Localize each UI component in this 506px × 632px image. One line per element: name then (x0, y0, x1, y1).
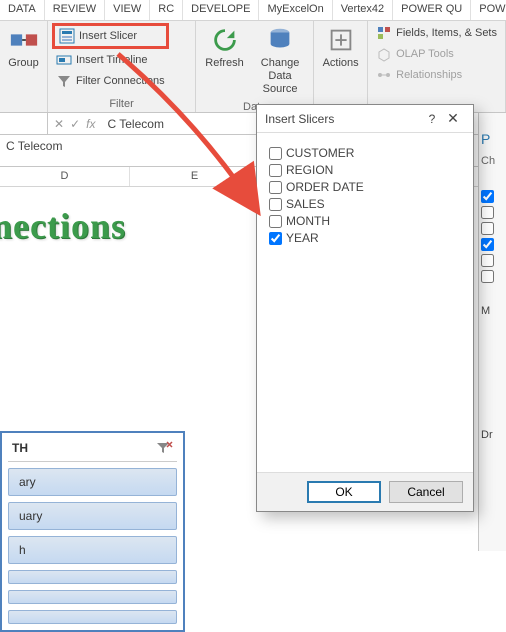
slicer-item[interactable] (8, 570, 177, 584)
field-check[interactable] (481, 254, 494, 267)
cancel-button[interactable]: Cancel (389, 481, 463, 503)
insert-slicer-button[interactable]: Insert Slicer (52, 23, 169, 49)
tab-data[interactable]: DATA (0, 0, 45, 20)
slicer-item[interactable] (8, 590, 177, 604)
field-check[interactable] (481, 270, 494, 283)
insert-timeline-button[interactable]: Insert Timeline (52, 50, 169, 70)
month-slicer[interactable]: TH ary uary h (0, 431, 185, 632)
slicer-caption: TH (12, 441, 28, 455)
field-customer[interactable]: CUSTOMER (269, 146, 461, 160)
slicer-item[interactable]: uary (8, 502, 177, 530)
field-order-date[interactable]: ORDER DATE (269, 180, 461, 194)
tab-view[interactable]: VIEW (105, 0, 150, 20)
tab-vertex42[interactable]: Vertex42 (333, 0, 393, 20)
field-check[interactable] (481, 190, 494, 203)
close-icon[interactable]: ✕ (441, 110, 465, 127)
ribbon-toolbar: Group Insert Slicer Insert Timeline Filt… (0, 21, 506, 113)
filter-icon (56, 73, 72, 89)
fx-icon[interactable]: fx (86, 117, 95, 131)
slicer-item[interactable]: h (8, 536, 177, 564)
dialog-title: Insert Slicers (265, 112, 423, 126)
group-icon (9, 25, 39, 55)
field-region[interactable]: REGION (269, 163, 461, 177)
filter-group-label: Filter (52, 96, 191, 112)
tab-developer[interactable]: DEVELOPE (183, 0, 259, 20)
cancel-fx-icon[interactable]: ✕ (54, 117, 64, 131)
actions-icon (326, 25, 356, 55)
change-data-source-button[interactable]: Change Data Source (251, 23, 309, 99)
col-e[interactable]: E (130, 167, 260, 186)
olap-icon (376, 46, 392, 62)
fields-icon (376, 25, 392, 41)
olap-tools-button: OLAP Tools (372, 44, 501, 64)
tab-review[interactable]: REVIEW (45, 0, 105, 20)
insert-slicers-dialog: Insert Slicers ? ✕ CUSTOMER REGION ORDER… (256, 104, 474, 512)
pivot-fields-pane[interactable]: P Ch M Dr (478, 113, 506, 551)
actions-button[interactable]: Actions (318, 23, 363, 72)
refresh-icon (210, 25, 240, 55)
field-check[interactable] (481, 238, 494, 251)
slicer-item[interactable]: ary (8, 468, 177, 496)
tab-myexcelon[interactable]: MyExcelOn (259, 0, 332, 20)
relationships-button: Relationships (372, 65, 501, 85)
field-check[interactable] (481, 222, 494, 235)
name-box[interactable] (0, 113, 48, 134)
drag-label: Dr (481, 429, 504, 441)
data-source-icon (265, 25, 295, 55)
fields-items-sets-button[interactable]: Fields, Items, & Sets (372, 23, 501, 43)
slicer-item[interactable] (8, 610, 177, 624)
tab-powerpivot[interactable]: POWERPIV (471, 0, 506, 20)
pane-title: P (481, 131, 504, 147)
timeline-icon (56, 52, 72, 68)
more-label: M (481, 305, 504, 317)
relationships-icon (376, 67, 392, 83)
col-d[interactable]: D (0, 167, 130, 186)
ok-button[interactable]: OK (307, 481, 381, 503)
tab-powerquery[interactable]: POWER QU (393, 0, 471, 20)
refresh-button[interactable]: Refresh (200, 23, 249, 72)
group-button[interactable]: Group (4, 23, 43, 72)
field-year[interactable]: YEAR (269, 231, 461, 245)
ribbon-tabs: DATA REVIEW VIEW RC DEVELOPE MyExcelOn V… (0, 0, 506, 21)
slicer-icon (59, 28, 75, 44)
help-icon[interactable]: ? (423, 112, 441, 126)
pane-subtitle: Ch (481, 155, 504, 167)
accept-fx-icon[interactable]: ✓ (70, 117, 80, 131)
tab-rc[interactable]: RC (150, 0, 183, 20)
field-month[interactable]: MONTH (269, 214, 461, 228)
field-check[interactable] (481, 206, 494, 219)
field-sales[interactable]: SALES (269, 197, 461, 211)
dialog-body: CUSTOMER REGION ORDER DATE SALES MONTH Y… (257, 133, 473, 472)
clear-filter-icon[interactable] (155, 441, 173, 455)
filter-connections-button[interactable]: Filter Connections (52, 71, 169, 91)
